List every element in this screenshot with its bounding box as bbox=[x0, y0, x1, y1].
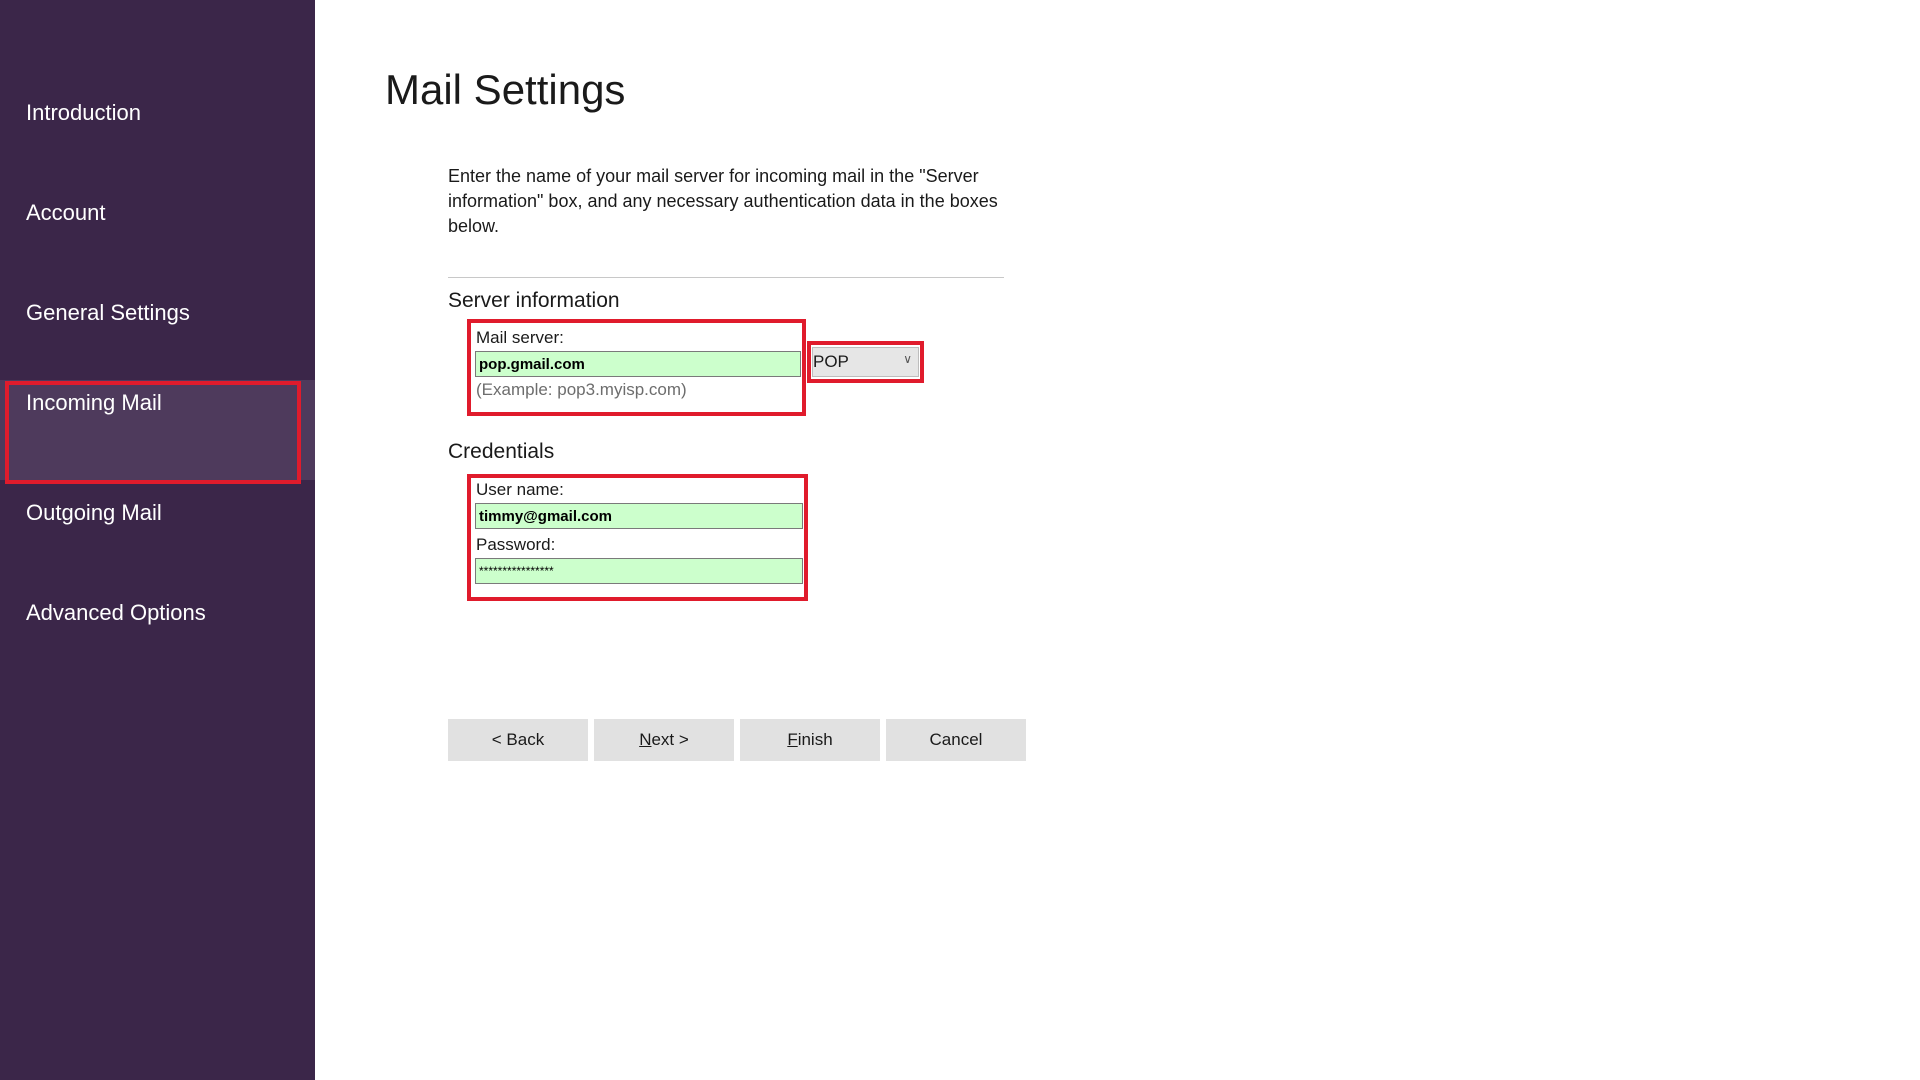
intro-text: Enter the name of your mail server for i… bbox=[448, 166, 998, 236]
back-button[interactable]: < Back bbox=[448, 719, 588, 761]
password-label: Password: bbox=[476, 535, 556, 554]
sidebar-item-label: General Settings bbox=[26, 300, 190, 325]
username-input[interactable] bbox=[475, 503, 803, 529]
sidebar-item-advanced-options[interactable]: Advanced Options bbox=[0, 590, 315, 690]
next-mnemonic: N bbox=[639, 730, 652, 749]
page-title: Mail Settings bbox=[385, 66, 626, 113]
finish-button[interactable]: Finish bbox=[740, 719, 880, 761]
sidebar-item-account[interactable]: Account bbox=[0, 190, 315, 290]
sidebar-item-label: Outgoing Mail bbox=[26, 500, 162, 525]
next-button[interactable]: Next > bbox=[594, 719, 734, 761]
finish-label: inish bbox=[797, 730, 833, 749]
credentials-heading: Credentials bbox=[448, 440, 555, 463]
sidebar-item-introduction[interactable]: Introduction bbox=[0, 90, 315, 190]
password-input[interactable] bbox=[475, 558, 803, 584]
divider bbox=[448, 277, 1004, 278]
protocol-select-value: POP bbox=[813, 352, 849, 371]
chevron-down-icon: ∨ bbox=[903, 352, 912, 366]
protocol-select[interactable]: POP ∨ bbox=[812, 347, 919, 377]
mail-server-input[interactable] bbox=[475, 351, 801, 377]
server-information-heading: Server information bbox=[448, 289, 620, 312]
sidebar-item-label: Introduction bbox=[26, 100, 141, 125]
cancel-button[interactable]: Cancel bbox=[886, 719, 1026, 761]
sidebar-item-outgoing-mail[interactable]: Outgoing Mail bbox=[0, 490, 315, 590]
finish-mnemonic: F bbox=[787, 730, 798, 749]
next-label: ext > bbox=[651, 730, 689, 749]
sidebar-item-general-settings[interactable]: General Settings bbox=[0, 290, 315, 390]
sidebar-item-label: Advanced Options bbox=[26, 600, 206, 625]
mail-server-label: Mail server: bbox=[476, 328, 564, 347]
mail-server-hint: (Example: pop3.myisp.com) bbox=[476, 380, 687, 399]
sidebar: Introduction Account General Settings In… bbox=[0, 0, 315, 1080]
username-label: User name: bbox=[476, 480, 564, 499]
sidebar-item-label: Account bbox=[26, 200, 106, 225]
incoming-mail-highlight-box bbox=[5, 381, 301, 484]
